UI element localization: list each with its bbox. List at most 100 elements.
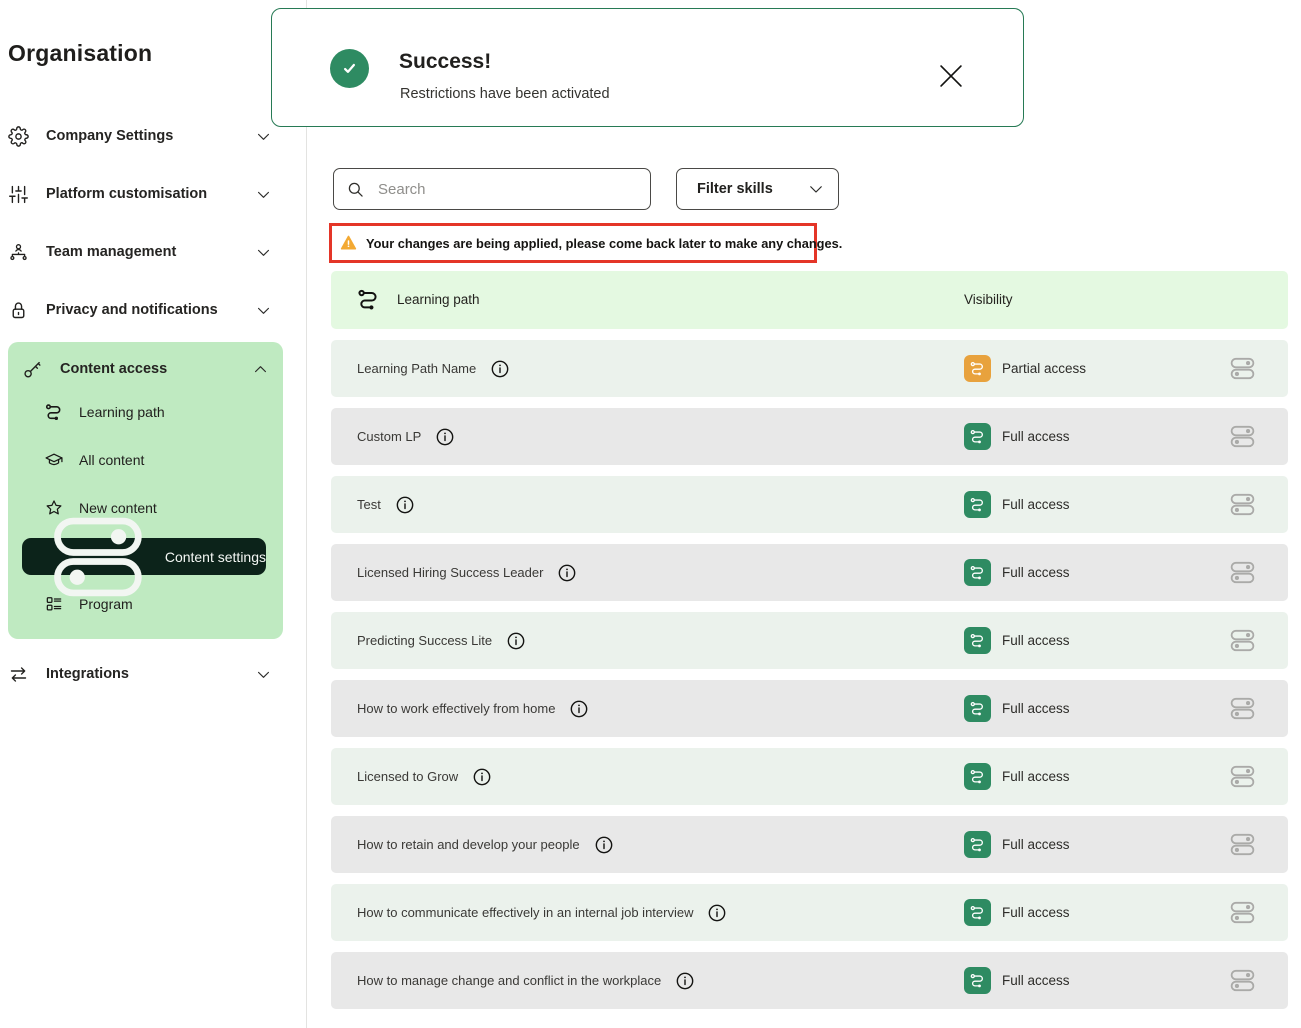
table-row[interactable]: How to communicate effectively in an int… bbox=[331, 884, 1288, 941]
warning-icon bbox=[339, 234, 358, 252]
info-icon[interactable] bbox=[707, 902, 727, 924]
access-label: Full access bbox=[1002, 837, 1070, 852]
toggles-icon[interactable] bbox=[1228, 490, 1257, 519]
sidebar-item-platform-customisation[interactable]: Platform customisation bbox=[8, 181, 272, 207]
visibility-cell: Full access bbox=[964, 816, 1070, 873]
sidebar-item-label: Privacy and notifications bbox=[46, 302, 238, 318]
sidebar-item-label: Platform customisation bbox=[46, 186, 238, 202]
warning-text: Your changes are being applied, please c… bbox=[366, 236, 842, 251]
chevron-down-icon[interactable] bbox=[255, 302, 272, 319]
row-name: How to work effectively from home bbox=[357, 701, 555, 716]
warning-banner: Your changes are being applied, please c… bbox=[329, 223, 817, 263]
toggles-icon[interactable] bbox=[1228, 966, 1257, 995]
table-row[interactable]: How to retain and develop your people Fu… bbox=[331, 816, 1288, 873]
sidebar-item-program[interactable]: Program bbox=[44, 591, 133, 617]
info-icon[interactable] bbox=[506, 630, 526, 652]
key-icon bbox=[22, 359, 43, 380]
info-icon[interactable] bbox=[490, 358, 510, 380]
route-icon bbox=[969, 496, 986, 513]
toggles-icon[interactable] bbox=[1228, 898, 1257, 927]
close-icon[interactable] bbox=[934, 59, 968, 93]
sidebar-item-company-settings[interactable]: Company Settings bbox=[8, 123, 272, 149]
toast-message: Restrictions have been activated bbox=[400, 86, 610, 102]
route-icon bbox=[969, 836, 986, 853]
sidebar-item-content-access[interactable]: Content access bbox=[22, 356, 269, 382]
chevron-down-icon[interactable] bbox=[255, 244, 272, 261]
table-row[interactable]: How to manage change and conflict in the… bbox=[331, 952, 1288, 1009]
search-icon bbox=[346, 180, 365, 199]
visibility-cell: Full access bbox=[964, 408, 1070, 465]
table-row[interactable]: Custom LP Full access bbox=[331, 408, 1288, 465]
info-icon[interactable] bbox=[395, 494, 415, 516]
chevron-up-icon[interactable] bbox=[252, 361, 269, 378]
visibility-cell: Full access bbox=[964, 544, 1070, 601]
sidebar-subitem-label: Content settings bbox=[165, 549, 266, 565]
table-row[interactable]: Predicting Success Lite Full access bbox=[331, 612, 1288, 669]
program-icon bbox=[44, 594, 64, 614]
filter-skills-dropdown[interactable]: Filter skills bbox=[676, 168, 839, 210]
access-label: Full access bbox=[1002, 429, 1070, 444]
search-input[interactable] bbox=[376, 180, 638, 199]
info-icon[interactable] bbox=[472, 766, 492, 788]
row-name: How to retain and develop your people bbox=[357, 837, 580, 852]
access-label: Full access bbox=[1002, 565, 1070, 580]
sidebar-item-content-settings[interactable]: Content settings bbox=[22, 538, 266, 575]
access-badge bbox=[964, 967, 991, 994]
access-label: Full access bbox=[1002, 633, 1070, 648]
chevron-down-icon bbox=[807, 180, 825, 198]
table-row[interactable]: Test Full access bbox=[331, 476, 1288, 533]
toggles-icon[interactable] bbox=[1228, 354, 1257, 383]
toggles-icon[interactable] bbox=[1228, 694, 1257, 723]
row-name: Custom LP bbox=[357, 429, 421, 444]
table-row[interactable]: How to work effectively from home Full a… bbox=[331, 680, 1288, 737]
route-icon bbox=[969, 428, 986, 445]
access-label: Full access bbox=[1002, 701, 1070, 716]
sidebar-item-privacy-notifications[interactable]: Privacy and notifications bbox=[8, 297, 272, 323]
table-row[interactable]: Licensed to Grow Full access bbox=[331, 748, 1288, 805]
visibility-cell: Full access bbox=[964, 476, 1070, 533]
route-icon bbox=[969, 700, 986, 717]
success-toast: Success! Restrictions have been activate… bbox=[271, 8, 1024, 127]
access-badge bbox=[964, 695, 991, 722]
access-badge bbox=[964, 763, 991, 790]
visibility-cell: Full access bbox=[964, 612, 1070, 669]
visibility-cell: Full access bbox=[964, 680, 1070, 737]
sidebar-item-label: Integrations bbox=[46, 666, 238, 682]
table-row[interactable]: Licensed Hiring Success Leader Full acce… bbox=[331, 544, 1288, 601]
access-label: Full access bbox=[1002, 769, 1070, 784]
route-icon bbox=[44, 402, 64, 422]
content-access-panel: Content access Learning path All content… bbox=[8, 342, 283, 639]
sidebar-item-integrations[interactable]: Integrations bbox=[8, 661, 272, 687]
chevron-down-icon[interactable] bbox=[255, 666, 272, 683]
toggles-icon[interactable] bbox=[1228, 762, 1257, 791]
route-icon bbox=[969, 632, 986, 649]
sidebar: Organisation Company Settings Platform c… bbox=[0, 0, 307, 1028]
info-icon[interactable] bbox=[557, 562, 577, 584]
sidebar-item-label: Company Settings bbox=[46, 128, 238, 144]
toggles-icon[interactable] bbox=[1228, 830, 1257, 859]
info-icon[interactable] bbox=[675, 970, 695, 992]
row-name: Predicting Success Lite bbox=[357, 633, 492, 648]
info-icon[interactable] bbox=[594, 834, 614, 856]
access-label: Full access bbox=[1002, 905, 1070, 920]
arrows-icon bbox=[8, 664, 29, 685]
sidebar-item-team-management[interactable]: Team management bbox=[8, 239, 272, 265]
sidebar-item-learning-path[interactable]: Learning path bbox=[44, 399, 165, 425]
chevron-down-icon[interactable] bbox=[255, 128, 272, 145]
chevron-down-icon[interactable] bbox=[255, 186, 272, 203]
route-icon bbox=[969, 972, 986, 989]
toggles-icon[interactable] bbox=[1228, 626, 1257, 655]
access-badge bbox=[964, 491, 991, 518]
toast-title: Success! bbox=[399, 50, 491, 74]
info-icon[interactable] bbox=[435, 426, 455, 448]
info-icon[interactable] bbox=[569, 698, 589, 720]
toggles-icon[interactable] bbox=[1228, 558, 1257, 587]
route-icon bbox=[969, 768, 986, 785]
sidebar-item-all-content[interactable]: All content bbox=[44, 447, 144, 473]
toggles-icon[interactable] bbox=[1228, 422, 1257, 451]
success-check-circle bbox=[330, 49, 369, 88]
access-label: Full access bbox=[1002, 497, 1070, 512]
access-badge bbox=[964, 899, 991, 926]
table-row[interactable]: Learning Path Name Partial access bbox=[331, 340, 1288, 397]
gear-icon bbox=[8, 126, 29, 147]
